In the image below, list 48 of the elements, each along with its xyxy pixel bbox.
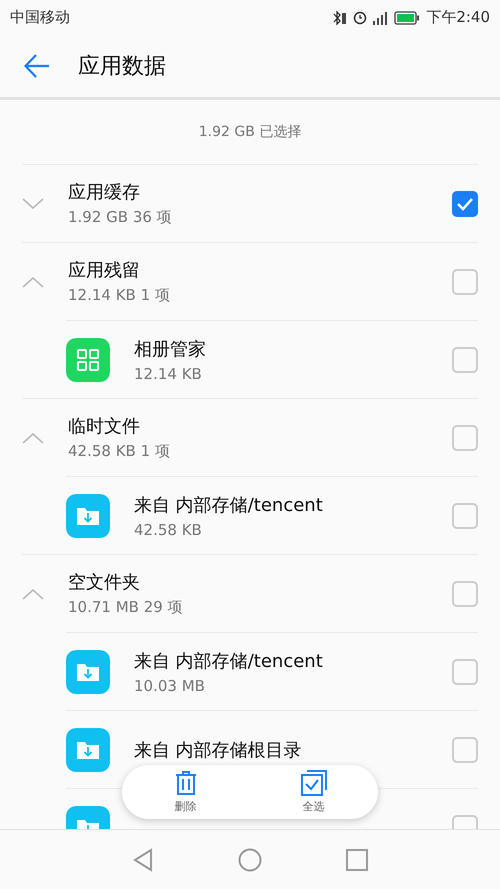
- recents-nav-icon[interactable]: [346, 848, 368, 870]
- page-title: 应用数据: [78, 53, 166, 81]
- group-subtitle: 12.14 KB 1 项: [68, 286, 171, 305]
- checkbox[interactable]: [452, 424, 478, 450]
- folder-icon: [66, 728, 110, 772]
- delete-button[interactable]: 删除: [164, 768, 208, 816]
- folder-icon: [66, 650, 110, 694]
- group-title: 应用残留: [68, 259, 141, 282]
- select-all-button[interactable]: 全选: [290, 768, 336, 816]
- checkbox[interactable]: [452, 190, 478, 216]
- chevron-up-icon[interactable]: [22, 276, 44, 288]
- group-title: 空文件夹: [68, 571, 141, 594]
- back-nav-icon[interactable]: [132, 848, 154, 872]
- grid-app-icon: [66, 338, 110, 382]
- bluetooth-icon: [333, 10, 348, 26]
- group-subtitle: 42.58 KB 1 项: [68, 442, 171, 461]
- chevron-up-icon[interactable]: [22, 588, 44, 600]
- clock: 下午2:40: [426, 8, 490, 27]
- group-subtitle: 1.92 GB 36 项: [68, 208, 173, 227]
- group-subtitle: 10.71 MB 29 项: [68, 598, 184, 617]
- chevron-up-icon[interactable]: [22, 432, 44, 444]
- checkbox[interactable]: [452, 268, 478, 294]
- folder-icon: [66, 494, 110, 538]
- group-title: 应用缓存: [68, 181, 141, 204]
- check-icon: [456, 196, 474, 210]
- checkbox[interactable]: [452, 580, 478, 606]
- checkbox[interactable]: [452, 346, 478, 372]
- back-icon[interactable]: [24, 54, 50, 78]
- item-title: 来自 内部存储/tencent: [134, 650, 324, 672]
- battery-icon: [394, 10, 420, 24]
- item-title: 相册管家: [134, 338, 207, 360]
- home-nav-icon[interactable]: [238, 848, 262, 872]
- selection-summary: 1.92 GB 已选择: [198, 123, 302, 142]
- item-title: 来自 内部存储/tencent: [134, 494, 324, 516]
- item-size: 42.58 KB: [134, 520, 203, 538]
- trash-icon: [174, 770, 198, 796]
- signal-icon: [373, 10, 388, 24]
- group-title: 临时文件: [68, 415, 141, 438]
- carrier-name: 中国移动: [10, 8, 70, 27]
- item-size: 12.14 KB: [134, 364, 203, 382]
- checkbox[interactable]: [452, 658, 478, 684]
- item-title: 来自 内部存储根目录: [134, 738, 303, 762]
- checkbox[interactable]: [452, 502, 478, 528]
- alarm-icon: [353, 10, 368, 24]
- checkbox[interactable]: [452, 736, 478, 762]
- chevron-down-icon[interactable]: [22, 198, 44, 210]
- select-all-icon: [300, 770, 326, 796]
- item-size: 10.03 MB: [134, 676, 206, 694]
